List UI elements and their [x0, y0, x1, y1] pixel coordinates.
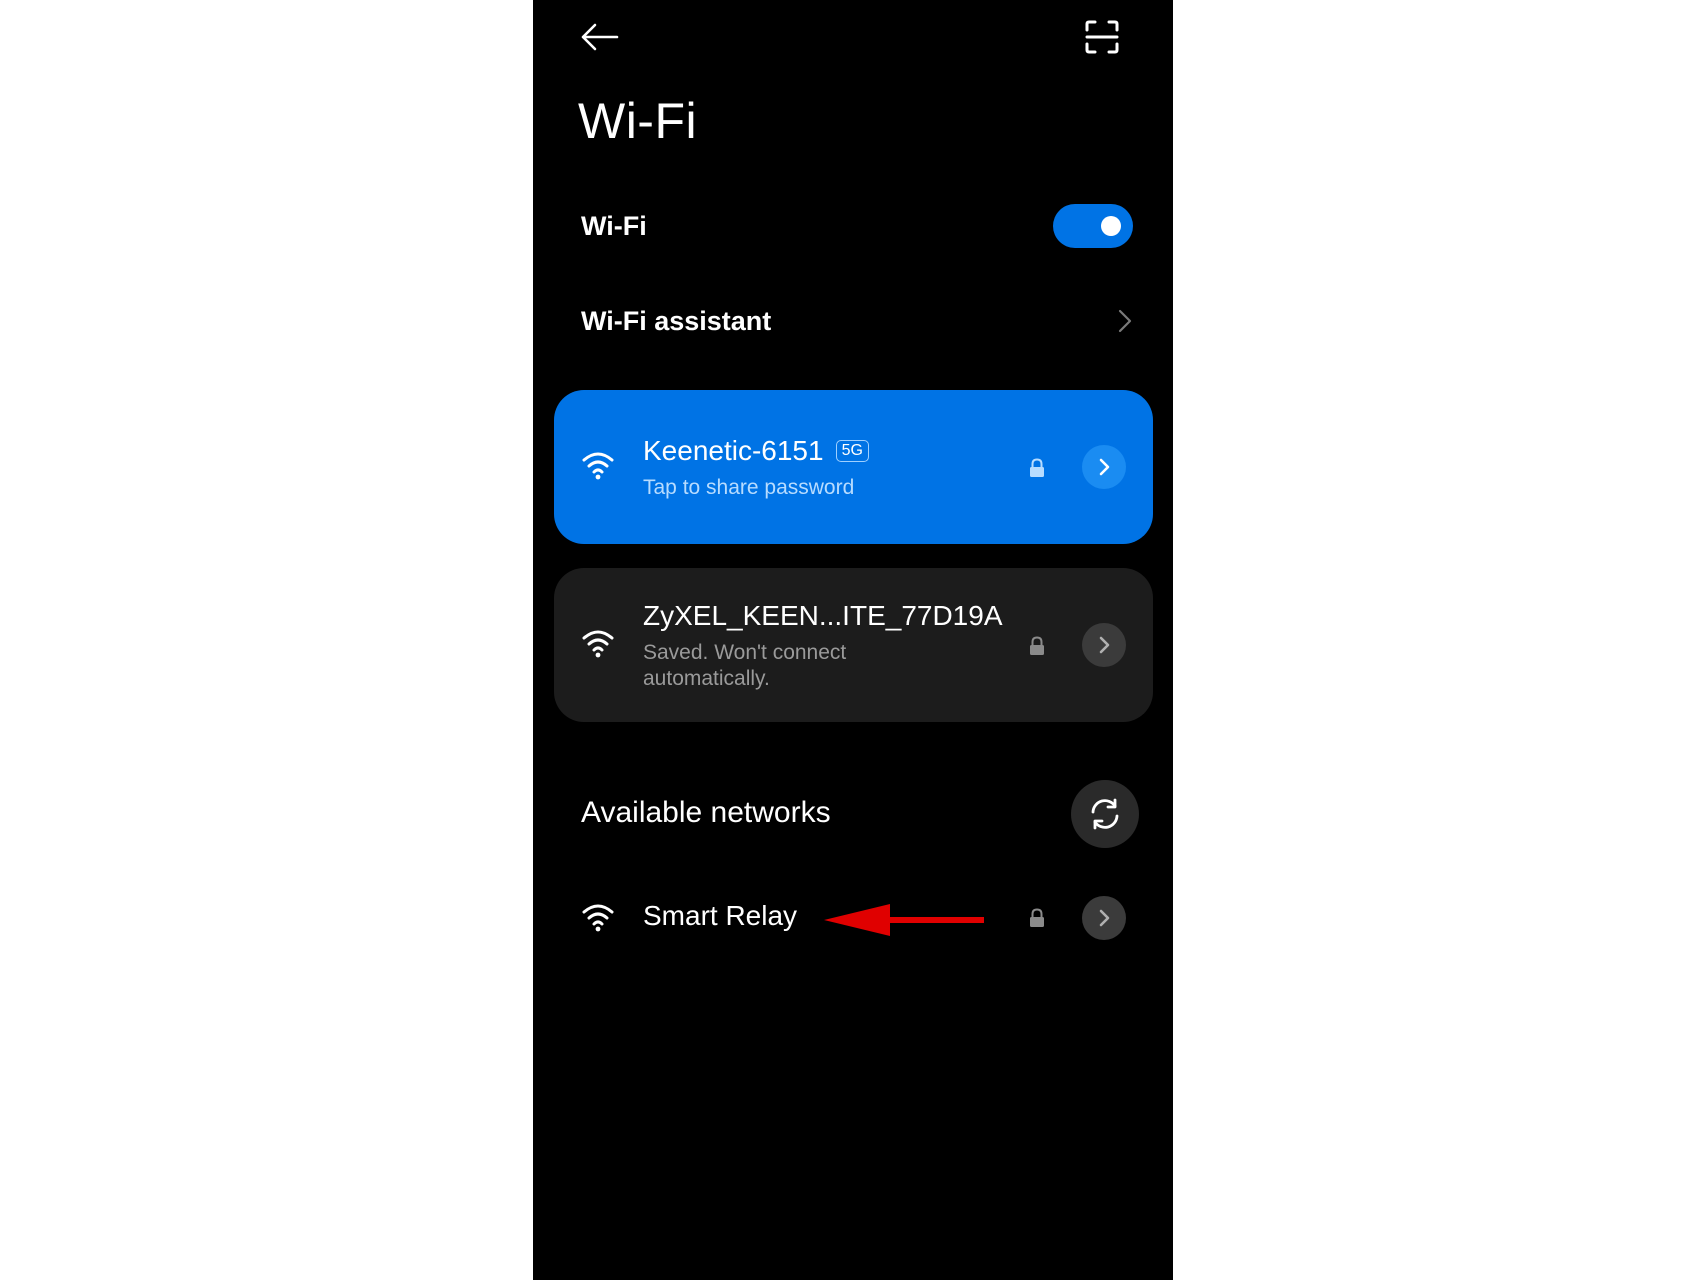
wifi-signal-icon — [582, 452, 614, 480]
scan-icon — [1085, 20, 1119, 54]
scan-button[interactable] — [1078, 13, 1126, 61]
chevron-right-icon — [1118, 309, 1132, 333]
share-password-subtitle: Tap to share password — [643, 476, 855, 499]
network-details-button[interactable] — [1082, 896, 1126, 940]
wifi-signal-icon — [582, 630, 614, 658]
wifi-toggle-label: Wi-Fi — [581, 210, 647, 241]
chevron-right-icon — [1099, 458, 1110, 476]
saved-network-subtitle: Saved. Won't connect automatically. — [643, 641, 847, 690]
chevron-right-icon — [1099, 909, 1110, 927]
lock-icon — [1030, 458, 1044, 477]
phone-screen: Wi-Fi Wi-Fi Wi-Fi assistant Keenetic-615… — [533, 0, 1173, 1280]
saved-network-card[interactable]: ZyXEL_KEEN...ITE_77D19A Saved. Won't con… — [554, 568, 1153, 722]
lock-icon — [1030, 636, 1044, 655]
wifi-assistant-row[interactable]: Wi-Fi assistant — [581, 295, 1133, 347]
network-details-button[interactable] — [1082, 623, 1126, 667]
back-button[interactable] — [575, 13, 623, 61]
arrow-left-icon — [581, 23, 619, 51]
wifi-signal-icon — [582, 904, 614, 932]
chevron-right-icon — [1099, 636, 1110, 654]
connected-network-name: Keenetic-6151 5G — [643, 435, 869, 467]
wifi-toggle-row: Wi-Fi — [581, 200, 1133, 252]
page-title: Wi-Fi — [578, 93, 698, 149]
network-details-button[interactable] — [1082, 445, 1126, 489]
refresh-button[interactable] — [1071, 780, 1139, 848]
network-item-name: Smart Relay — [643, 900, 798, 931]
refresh-icon — [1091, 798, 1119, 830]
toggle-knob — [1101, 216, 1121, 236]
wifi-assistant-label: Wi-Fi assistant — [581, 305, 772, 336]
wifi-toggle-switch[interactable] — [1053, 204, 1133, 248]
band-badge: 5G — [835, 440, 869, 462]
lock-icon — [1030, 908, 1044, 927]
annotation-arrow — [824, 904, 984, 936]
network-name-text: Keenetic-6151 — [643, 435, 824, 466]
available-networks-title: Available networks — [581, 796, 831, 829]
connected-network-card[interactable]: Keenetic-6151 5G Tap to share password — [554, 390, 1153, 544]
saved-network-name: ZyXEL_KEEN...ITE_77D19A — [643, 600, 1003, 631]
